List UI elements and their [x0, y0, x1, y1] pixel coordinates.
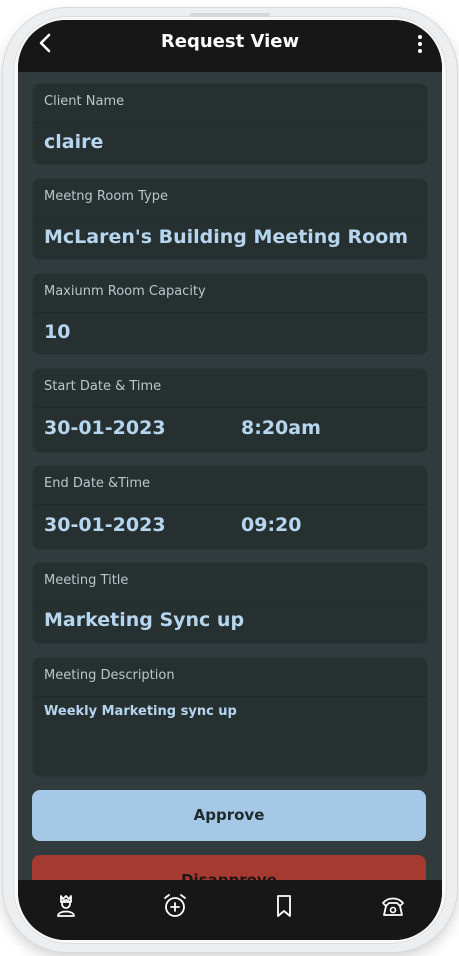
field-divider	[33, 312, 427, 313]
alarm-add-icon	[164, 894, 186, 917]
meeting-title-value: Marketing Sync up	[44, 609, 245, 631]
nav-item-add-alarm[interactable]	[161, 892, 189, 920]
start-datetime-field: Start Date & Time 30-01-2023 8:20am	[32, 368, 428, 453]
capacity-value: 10	[44, 321, 71, 343]
client-name-value: claire	[44, 131, 104, 153]
field-divider	[33, 407, 427, 408]
app-screen: Request View Client Name claire Meetng R…	[18, 20, 442, 940]
start-datetime-label: Start Date & Time	[44, 379, 162, 394]
nav-item-profile[interactable]	[52, 892, 80, 920]
field-divider	[33, 696, 427, 697]
end-datetime-field: End Date &Time 30-01-2023 09:20	[32, 465, 428, 550]
bookmark-icon	[277, 895, 291, 917]
end-time-value: 09:20	[241, 514, 302, 536]
room-type-field: Meetng Room Type McLaren's Building Meet…	[32, 178, 428, 260]
meeting-description-field: Meeting Description Weekly Marketing syn…	[32, 657, 428, 777]
bottom-navigation	[18, 880, 442, 940]
more-options-button[interactable]	[414, 33, 426, 55]
meeting-title-field: Meeting Title Marketing Sync up	[32, 562, 428, 644]
end-date-value: 30-01-2023	[44, 514, 166, 536]
client-name-field: Client Name claire	[32, 83, 428, 165]
more-vert-icon	[418, 35, 422, 53]
field-divider	[33, 504, 427, 505]
phone-icon	[382, 897, 404, 916]
phone-speaker	[190, 13, 270, 17]
meeting-description-value: Weekly Marketing sync up	[44, 704, 237, 719]
nav-item-contact[interactable]	[379, 892, 407, 920]
end-datetime-label: End Date &Time	[44, 476, 150, 491]
room-type-label: Meetng Room Type	[44, 189, 168, 204]
client-name-label: Client Name	[44, 94, 125, 109]
request-details: Client Name claire Meetng Room Type McLa…	[18, 72, 442, 880]
page-title: Request View	[160, 31, 300, 52]
meeting-title-label: Meeting Title	[44, 573, 129, 588]
disapprove-button[interactable]: Disapprove	[32, 855, 426, 880]
start-date-value: 30-01-2023	[44, 417, 166, 439]
approve-button[interactable]: Approve	[32, 790, 426, 841]
meeting-description-label: Meeting Description	[44, 668, 175, 683]
nav-item-bookmarks[interactable]	[270, 892, 298, 920]
capacity-label: Maxiunm Room Capacity	[44, 284, 206, 299]
field-divider	[33, 217, 427, 218]
field-divider	[33, 601, 427, 602]
room-type-value: McLaren's Building Meeting Room	[44, 226, 409, 248]
field-divider	[33, 122, 427, 123]
person-icon	[57, 895, 75, 917]
top-app-bar: Request View	[18, 20, 442, 70]
start-time-value: 8:20am	[241, 417, 321, 439]
capacity-field: Maxiunm Room Capacity 10	[32, 273, 428, 355]
